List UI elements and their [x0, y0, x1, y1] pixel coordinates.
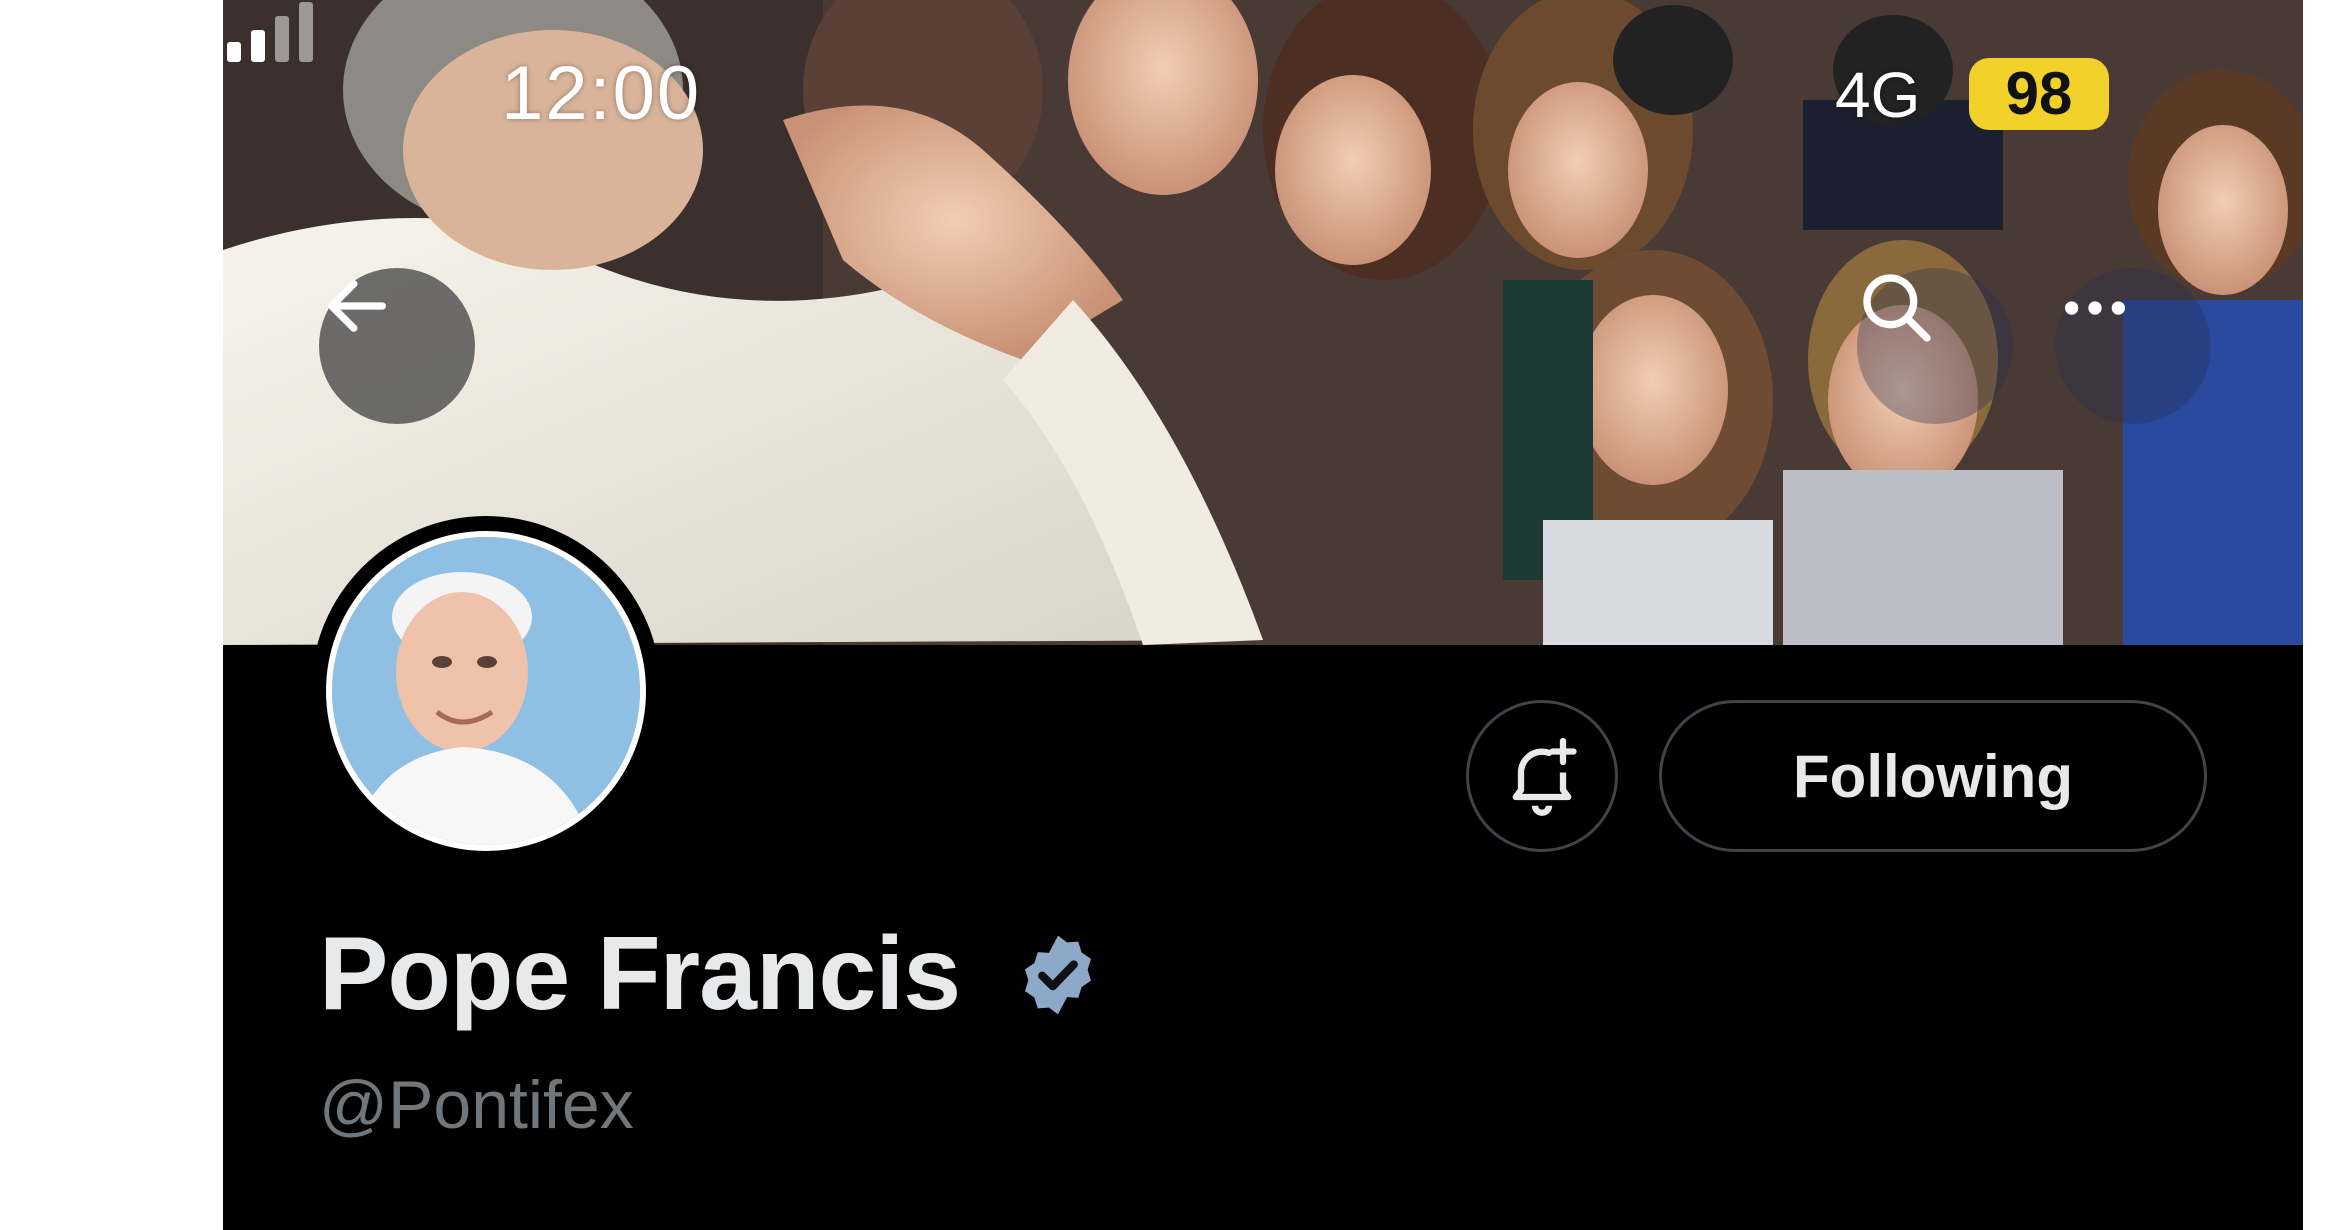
following-button[interactable]: Following [1659, 700, 2207, 852]
profile-screen: 12:00 4G 98 Following Pope Francis @Pont… [223, 0, 2303, 1230]
more-horizontal-icon [2065, 301, 2125, 315]
bell-plus-icon [1512, 737, 1577, 816]
profile-handle: @Pontifex [319, 1067, 634, 1143]
battery-level-badge: 98 [1969, 58, 2109, 130]
arrow-left-icon [328, 280, 386, 332]
status-time: 12:00 [501, 51, 702, 136]
profile-display-name: Pope Francis [319, 916, 961, 1032]
avatar-portrait [332, 537, 640, 845]
search-icon [1863, 274, 1931, 342]
verified-badge-icon[interactable] [1013, 930, 1103, 1020]
avatar-image [326, 531, 646, 851]
more-options-button[interactable] [2055, 268, 2211, 424]
back-button[interactable] [319, 268, 475, 424]
notifications-button[interactable] [1466, 700, 1618, 852]
profile-avatar[interactable] [311, 516, 661, 866]
search-button[interactable] [1857, 268, 2013, 424]
network-type-label: 4G [1835, 59, 1921, 131]
signal-strength-icon [227, 2, 313, 62]
